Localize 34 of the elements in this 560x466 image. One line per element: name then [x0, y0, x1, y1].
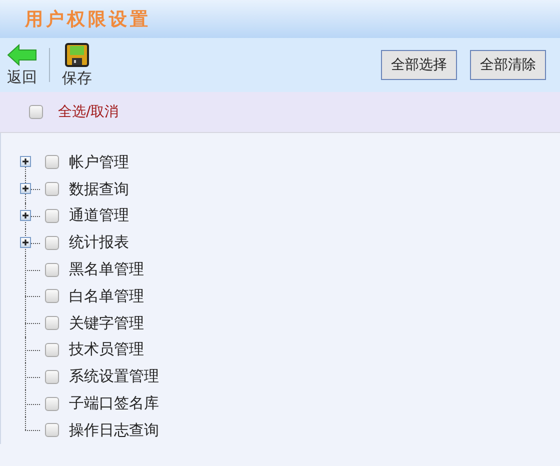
checkbox[interactable]: [45, 155, 59, 170]
tree-item-label[interactable]: 操作日志查询: [69, 420, 159, 440]
checkbox[interactable]: [45, 316, 59, 330]
tree-item-label[interactable]: 白名单管理: [69, 286, 144, 306]
select-all-label: 全选/取消: [58, 103, 119, 121]
checkbox[interactable]: [45, 342, 59, 357]
checkbox[interactable]: [29, 105, 43, 119]
checkbox[interactable]: [45, 262, 59, 277]
expand-icon[interactable]: [20, 210, 31, 221]
checkbox[interactable]: [45, 396, 59, 411]
left-arrow-icon: [7, 44, 37, 66]
expand-icon[interactable]: [20, 156, 31, 168]
checkbox[interactable]: [45, 182, 59, 196]
checkbox[interactable]: [45, 208, 59, 223]
action-button[interactable]: 全部选择: [381, 50, 457, 80]
tree-item-label[interactable]: 子端口签名库: [69, 394, 159, 414]
expand-icon[interactable]: [20, 183, 31, 194]
back-button[interactable]: 返回: [5, 44, 39, 86]
page-title: 用户权限设置: [25, 8, 151, 31]
checkbox[interactable]: [45, 289, 59, 304]
tree-item-label[interactable]: 系统设置管理: [69, 367, 159, 386]
checkbox[interactable]: [45, 236, 59, 250]
checkbox[interactable]: [45, 370, 59, 384]
tree-item-label[interactable]: 关键字管理: [69, 314, 144, 333]
tree-item-label[interactable]: 统计报表: [69, 233, 129, 252]
tree-item-label[interactable]: 黑名单管理: [69, 260, 144, 280]
tree-item-label[interactable]: 通道管理: [69, 206, 129, 226]
tree-item-label[interactable]: 帐户管理: [69, 152, 129, 172]
checkbox[interactable]: [45, 423, 59, 438]
save-button[interactable]: 保存: [60, 42, 94, 88]
action-button[interactable]: 全部清除: [470, 50, 546, 80]
tree-item-label[interactable]: 技术员管理: [69, 340, 144, 360]
tree-item-label[interactable]: 数据查询: [69, 180, 129, 199]
expand-icon[interactable]: [20, 236, 31, 248]
